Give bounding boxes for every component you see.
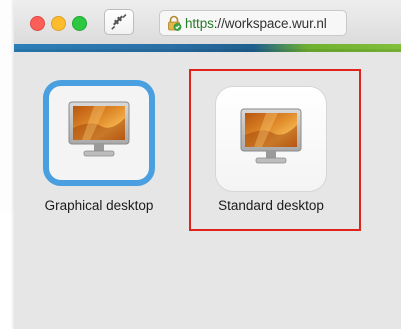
url-secure-scheme: https [185, 16, 214, 31]
screenshot: https://workspace.wur.nl Graphical deskt… [0, 0, 401, 329]
plug-icon [111, 14, 127, 30]
desktop-tile-graphical[interactable] [43, 80, 155, 186]
highlight-annotation [189, 69, 361, 231]
background-window [0, 0, 15, 329]
title-bar: https://workspace.wur.nl [14, 0, 401, 45]
url-text: https://workspace.wur.nl [185, 16, 327, 31]
brand-stripe [14, 44, 401, 52]
background-window-panel [0, 0, 15, 212]
url-host: ://workspace.wur.nl [213, 16, 327, 31]
close-window-icon[interactable] [30, 16, 45, 31]
zoom-window-icon[interactable] [72, 16, 87, 31]
desktop-monitor-icon [68, 101, 130, 157]
desktop-chooser: Graphical desktop Standard desktop [14, 52, 401, 329]
desktop-tile-graphical-label[interactable]: Graphical desktop [33, 198, 165, 213]
minimize-window-icon[interactable] [51, 16, 66, 31]
browser-window: https://workspace.wur.nl Graphical deskt… [14, 0, 401, 329]
connection-button[interactable] [104, 9, 134, 35]
secure-lock-icon [168, 15, 182, 31]
address-bar[interactable]: https://workspace.wur.nl [159, 10, 347, 36]
